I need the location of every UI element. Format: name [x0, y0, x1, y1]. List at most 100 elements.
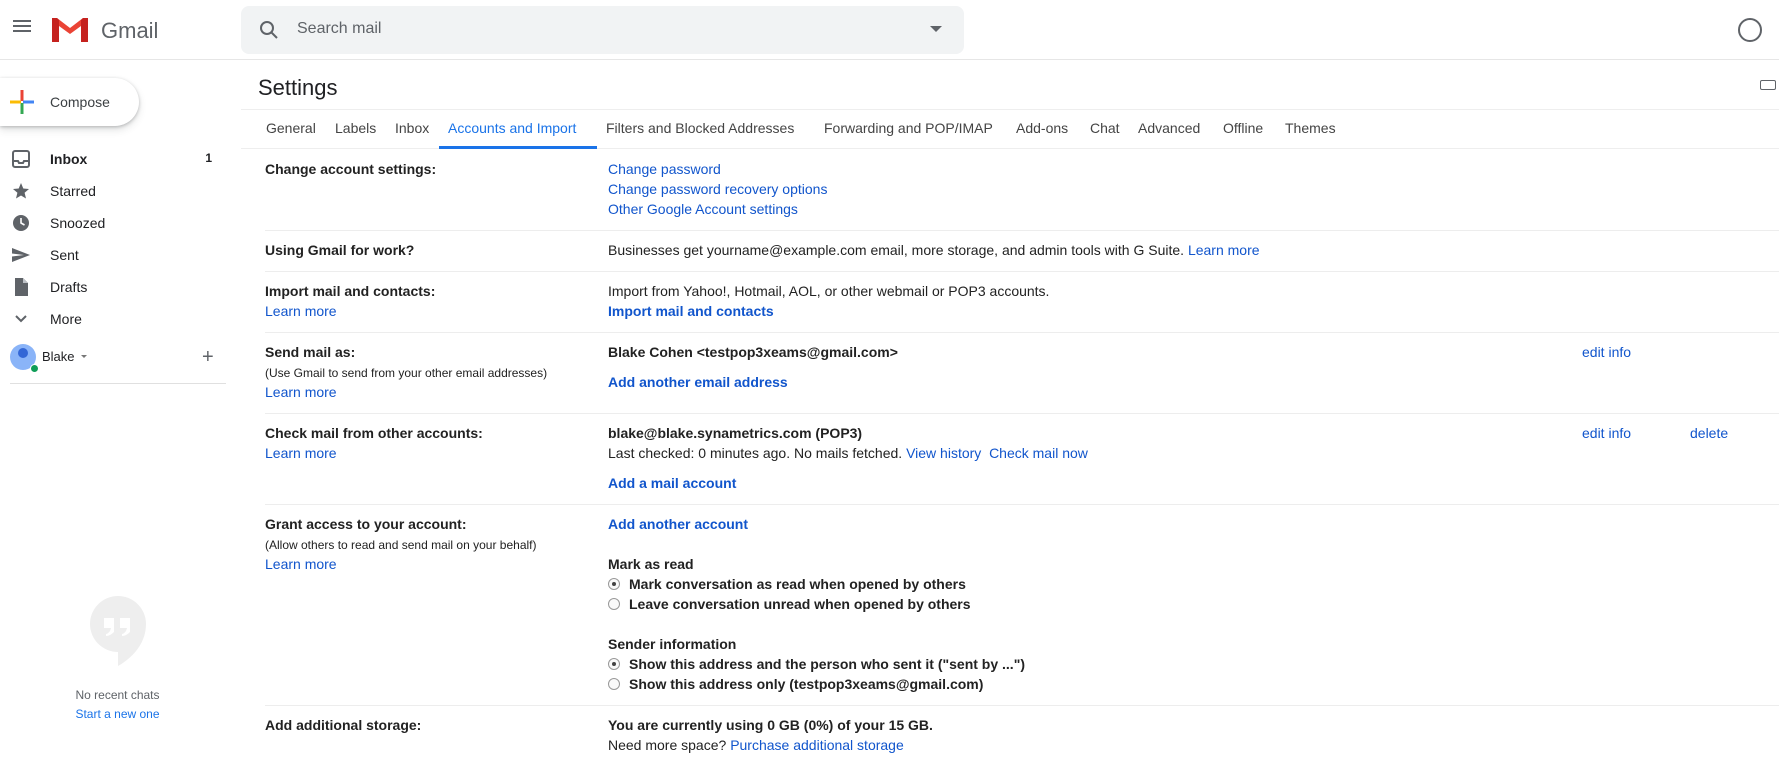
- send-as-address: Blake Cohen <testpop3xeams@gmail.com>: [608, 344, 898, 360]
- search-bar[interactable]: [241, 6, 964, 54]
- row-label: Grant access to your account:: [265, 516, 467, 532]
- input-tools-keyboard-icon[interactable]: [1760, 80, 1776, 90]
- user-status-caret-icon[interactable]: [81, 355, 87, 358]
- gsuite-promo-text: Businesses get yourname@example.com emai…: [608, 242, 1185, 258]
- sidebar-item-label: More: [50, 311, 82, 327]
- mark-as-read-heading: Mark as read: [608, 556, 694, 572]
- tab-advanced[interactable]: Advanced: [1138, 120, 1200, 136]
- radio-unchecked-icon[interactable]: [608, 598, 620, 610]
- import-description: Import from Yahoo!, Hotmail, AOL, or oth…: [608, 283, 1050, 299]
- grant-learn-more-link[interactable]: Learn more: [265, 556, 337, 572]
- pop3-status: Last checked: 0 minutes ago. No mails fe…: [608, 445, 1088, 461]
- send-as-learn-more-link[interactable]: Learn more: [265, 384, 337, 400]
- sidebar-item-more[interactable]: More: [0, 303, 240, 335]
- sidebar-item-label: Drafts: [50, 279, 88, 295]
- row-label: Send mail as:: [265, 344, 356, 360]
- row-sublabel: (Allow others to read and send mail on y…: [265, 538, 537, 552]
- mark-read-option-label: Mark conversation as read when opened by…: [629, 576, 966, 592]
- tab-add-ons[interactable]: Add-ons: [1016, 120, 1068, 136]
- check-mail-learn-more-link[interactable]: Learn more: [265, 445, 337, 461]
- add-conversation-icon[interactable]: +: [202, 347, 214, 367]
- mark-read-option[interactable]: Mark conversation as read when opened by…: [608, 576, 966, 592]
- send-icon: [12, 248, 30, 262]
- import-mail-contacts-link[interactable]: Import mail and contacts: [608, 303, 774, 319]
- row-label: Check mail from other accounts:: [265, 425, 483, 441]
- row-label: Using Gmail for work?: [265, 242, 415, 258]
- tab-filters[interactable]: Filters and Blocked Addresses: [606, 120, 794, 136]
- search-input[interactable]: [297, 20, 857, 38]
- tab-offline[interactable]: Offline: [1223, 120, 1263, 136]
- settings-row-import: Import mail and contacts: Learn more Imp…: [265, 272, 1779, 333]
- pop3-edit-info-link[interactable]: edit info: [1582, 425, 1631, 441]
- tab-forwarding[interactable]: Forwarding and POP/IMAP: [824, 120, 993, 136]
- leave-unread-option[interactable]: Leave conversation unread when opened by…: [608, 596, 971, 612]
- pop3-delete-link[interactable]: delete: [1690, 425, 1728, 441]
- page-title: Settings: [258, 75, 338, 100]
- search-options-icon[interactable]: [930, 26, 942, 32]
- tab-chat[interactable]: Chat: [1090, 120, 1120, 136]
- sidebar-item-starred[interactable]: Starred: [0, 175, 240, 207]
- change-recovery-link[interactable]: Change password recovery options: [608, 181, 827, 197]
- gmail-logo-icon[interactable]: [50, 14, 90, 44]
- sender-both-option-label: Show this address and the person who sen…: [629, 656, 1025, 672]
- app-name: Gmail: [101, 18, 159, 43]
- hangouts-user-name[interactable]: Blake: [42, 349, 75, 364]
- check-mail-now-link[interactable]: Check mail now: [989, 445, 1088, 461]
- sidebar-item-label: Snoozed: [50, 215, 106, 231]
- search-icon[interactable]: [259, 20, 279, 40]
- gsuite-promo: Businesses get yourname@example.com emai…: [608, 242, 1260, 258]
- pop3-status-text: Last checked: 0 minutes ago. No mails fe…: [608, 445, 903, 461]
- sender-info-heading: Sender information: [608, 636, 737, 652]
- storage-usage: You are currently using 0 GB (0%) of you…: [608, 717, 933, 733]
- divider: [10, 383, 226, 384]
- settings-row-check-mail: Check mail from other accounts: Learn mo…: [265, 414, 1779, 505]
- radio-checked-icon[interactable]: [608, 578, 620, 590]
- change-password-link[interactable]: Change password: [608, 161, 721, 177]
- add-mail-account-link[interactable]: Add a mail account: [608, 475, 736, 491]
- settings-row-change-account: Change account settings: Change password…: [265, 150, 1779, 231]
- radio-checked-icon[interactable]: [608, 658, 620, 670]
- hangouts-quote-icon: [90, 596, 146, 666]
- tab-inbox[interactable]: Inbox: [395, 120, 429, 136]
- view-history-link[interactable]: View history: [906, 445, 981, 461]
- import-learn-more-link[interactable]: Learn more: [265, 303, 337, 319]
- settings-row-storage: Add additional storage: You are currentl…: [265, 706, 1779, 770]
- add-another-account-link[interactable]: Add another account: [608, 516, 748, 532]
- tab-themes[interactable]: Themes: [1285, 120, 1336, 136]
- tab-general[interactable]: General: [266, 120, 316, 136]
- start-new-chat-link[interactable]: Start a new one: [0, 707, 235, 721]
- compose-plus-icon: [10, 90, 34, 114]
- inbox-unread-count: 1: [205, 151, 212, 165]
- compose-label: Compose: [50, 94, 110, 110]
- google-account-settings-link[interactable]: Other Google Account settings: [608, 201, 798, 217]
- sidebar-item-drafts[interactable]: Drafts: [0, 271, 240, 303]
- active-tab-indicator: [439, 146, 597, 149]
- star-icon: [13, 183, 29, 199]
- sender-both-option[interactable]: Show this address and the person who sen…: [608, 656, 1025, 672]
- sender-only-option-label: Show this address only (testpop3xeams@gm…: [629, 676, 984, 692]
- draft-icon: [15, 278, 28, 296]
- sidebar-item-inbox[interactable]: Inbox 1: [0, 143, 240, 175]
- sender-only-option[interactable]: Show this address only (testpop3xeams@gm…: [608, 676, 983, 692]
- chevron-down-icon: [15, 315, 27, 323]
- sidebar-item-sent[interactable]: Sent: [0, 239, 240, 271]
- radio-unchecked-icon[interactable]: [608, 678, 620, 690]
- clock-icon: [13, 215, 29, 231]
- row-label: Add additional storage:: [265, 717, 422, 733]
- purchase-storage-link[interactable]: Purchase additional storage: [730, 737, 904, 753]
- tab-accounts-and-import[interactable]: Accounts and Import: [448, 120, 576, 136]
- tab-labels[interactable]: Labels: [335, 120, 376, 136]
- gsuite-learn-more-link[interactable]: Learn more: [1188, 242, 1260, 258]
- add-email-address-link[interactable]: Add another email address: [608, 374, 788, 390]
- sidebar-item-snoozed[interactable]: Snoozed: [0, 207, 240, 239]
- row-label: Import mail and contacts:: [265, 283, 436, 299]
- pop3-account: blake@blake.synametrics.com (POP3): [608, 425, 863, 441]
- main-menu-icon[interactable]: [10, 17, 34, 41]
- sidebar-item-label: Inbox: [50, 151, 88, 167]
- online-status-icon: [30, 364, 39, 373]
- send-as-edit-info-link[interactable]: edit info: [1582, 344, 1631, 360]
- compose-button[interactable]: Compose: [0, 78, 139, 126]
- help-icon[interactable]: [1738, 18, 1762, 42]
- sidebar-item-label: Sent: [50, 247, 79, 263]
- sidebar-nav: Inbox 1 Starred Snoozed Sent Drafts More: [0, 143, 240, 335]
